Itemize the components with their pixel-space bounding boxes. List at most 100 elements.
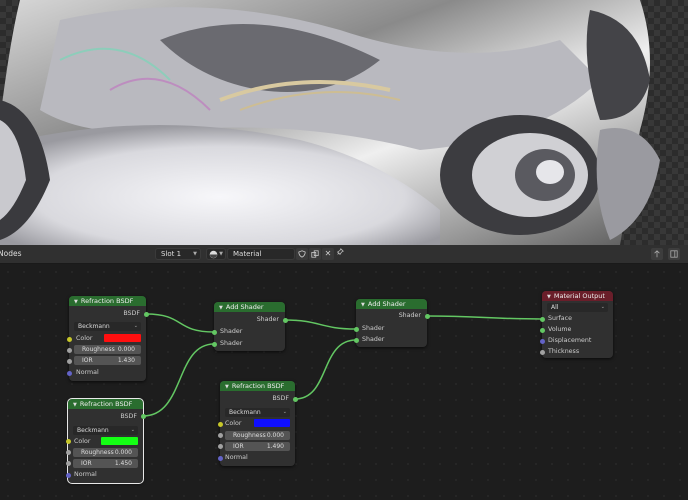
color-input-socket[interactable]	[65, 438, 71, 444]
arrow-up-icon	[654, 250, 660, 258]
material-name: Material	[233, 250, 262, 258]
target-dropdown[interactable]: All ⌄	[547, 303, 608, 312]
color-swatch[interactable]	[104, 334, 141, 342]
output-label: BSDF	[272, 395, 289, 402]
color-label: Color	[74, 438, 91, 445]
duplicate-button[interactable]	[309, 248, 321, 260]
render-image	[0, 0, 688, 245]
roughness-field[interactable]: Roughness 0.000	[74, 345, 141, 354]
node-header[interactable]: ▼ Add Shader	[356, 299, 427, 309]
chevron-down-icon: ⌄	[130, 427, 135, 433]
chevron-down-icon[interactable]: ▼	[219, 305, 223, 311]
chevron-down-icon: ⌄	[282, 409, 287, 415]
duplicate-icon	[311, 250, 319, 258]
chevron-down-icon[interactable]: ▼	[547, 294, 551, 300]
chevron-down-icon[interactable]: ▼	[361, 302, 365, 308]
fake-user-button[interactable]	[296, 248, 308, 260]
unlink-button[interactable]: ✕	[322, 248, 334, 260]
surface-label: Surface	[548, 315, 572, 322]
output-label: Shader	[398, 312, 421, 319]
input-a-label: Shader	[220, 328, 243, 335]
surface-input-socket[interactable]	[539, 316, 545, 322]
sidebar-toggle-button[interactable]	[668, 248, 680, 260]
ior-field[interactable]: IOR 1.490	[225, 442, 290, 451]
node-header[interactable]: ▼ Refraction BSDF	[69, 296, 146, 306]
node-refraction-green[interactable]: ▼ Refraction BSDF BSDF Beckmann ⌄ Color Ro…	[65, 398, 146, 484]
thickness-label: Thickness	[548, 348, 580, 355]
chevron-down-icon: ⌄	[133, 323, 138, 329]
editor-label: Nodes	[0, 249, 22, 258]
color-input-socket[interactable]	[217, 421, 223, 427]
ior-field[interactable]: IOR 1.430	[74, 356, 141, 365]
color-swatch[interactable]	[101, 437, 138, 445]
input-b-label: Shader	[220, 340, 243, 347]
bsdf-output-socket[interactable]	[140, 413, 146, 419]
shader-input-a-socket[interactable]	[353, 326, 359, 332]
shader-input-b-socket[interactable]	[353, 337, 359, 343]
color-input-socket[interactable]	[66, 336, 72, 342]
chevron-down-icon[interactable]: ▼	[74, 299, 78, 305]
material-sphere-icon	[209, 250, 218, 259]
node-header[interactable]: ▼ Add Shader	[214, 302, 285, 312]
shield-icon	[298, 250, 306, 258]
slot-value: Slot 1	[161, 250, 182, 258]
roughness-input-socket[interactable]	[66, 347, 72, 353]
node-refraction-red[interactable]: ▼ Refraction BSDF BSDF Beckmann ⌄ Color Ro…	[66, 296, 149, 381]
close-icon: ✕	[324, 249, 332, 258]
node-editor-header: Nodes Slot 1 ▼ ▼ Material ✕	[0, 245, 688, 264]
panel-icon	[670, 250, 678, 258]
output-label: BSDF	[120, 413, 137, 420]
roughness-input-socket[interactable]	[65, 449, 71, 455]
shader-output-socket[interactable]	[282, 317, 288, 323]
displacement-label: Displacement	[548, 337, 592, 344]
ior-input-socket[interactable]	[66, 358, 72, 364]
normal-input-socket[interactable]	[65, 472, 71, 478]
material-browse-button[interactable]: ▼	[206, 248, 226, 260]
pin-button[interactable]	[336, 248, 346, 260]
normal-input-socket[interactable]	[66, 370, 72, 376]
pin-icon	[336, 248, 344, 256]
chevron-down-icon: ⌄	[600, 304, 605, 310]
material-name-field[interactable]: Material	[227, 248, 295, 260]
node-header[interactable]: ▼ Material Output	[542, 291, 613, 301]
overlay-toggle-button[interactable]	[651, 248, 663, 260]
node-header[interactable]: ▼ Refraction BSDF	[68, 399, 143, 409]
color-swatch[interactable]	[254, 419, 290, 427]
chevron-down-icon: ▼	[219, 251, 223, 257]
ior-input-socket[interactable]	[217, 443, 223, 449]
shader-input-a-socket[interactable]	[211, 329, 217, 335]
output-label: Shader	[256, 316, 279, 323]
roughness-field[interactable]: Roughness 0.000	[225, 431, 290, 440]
distribution-dropdown[interactable]: Beckmann ⌄	[74, 322, 141, 331]
chevron-down-icon[interactable]: ▼	[225, 384, 229, 390]
distribution-dropdown[interactable]: Beckmann ⌄	[73, 426, 138, 435]
slot-dropdown[interactable]: Slot 1 ▼	[155, 248, 201, 260]
normal-label: Normal	[225, 454, 248, 461]
distribution-dropdown[interactable]: Beckmann ⌄	[225, 408, 290, 417]
volume-label: Volume	[548, 326, 572, 333]
displacement-input-socket[interactable]	[539, 338, 545, 344]
normal-label: Normal	[74, 471, 97, 478]
node-refraction-blue[interactable]: ▼ Refraction BSDF BSDF Beckmann ⌄ Color Ro…	[217, 381, 298, 466]
roughness-input-socket[interactable]	[217, 432, 223, 438]
volume-input-socket[interactable]	[539, 327, 545, 333]
input-a-label: Shader	[362, 325, 385, 332]
chevron-down-icon[interactable]: ▼	[73, 402, 77, 408]
node-add-shader-1[interactable]: ▼ Add Shader Shader Shader Shader	[211, 302, 288, 351]
shader-input-b-socket[interactable]	[211, 341, 217, 347]
normal-input-socket[interactable]	[217, 455, 223, 461]
node-material-output[interactable]: ▼ Material Output All ⌄ Surface Volume Dis…	[539, 291, 613, 358]
shader-output-socket[interactable]	[424, 313, 430, 319]
node-header[interactable]: ▼ Refraction BSDF	[220, 381, 295, 391]
thickness-input-socket[interactable]	[539, 349, 545, 355]
viewport-render[interactable]	[0, 0, 688, 245]
chevron-down-icon: ▼	[193, 251, 197, 257]
ior-field[interactable]: IOR 1.450	[73, 459, 138, 468]
bsdf-output-socket[interactable]	[143, 311, 149, 317]
bsdf-output-socket[interactable]	[292, 396, 298, 402]
ior-input-socket[interactable]	[65, 460, 71, 466]
roughness-field[interactable]: Roughness 0.000	[73, 448, 138, 457]
output-label: BSDF	[123, 310, 140, 317]
color-label: Color	[76, 335, 93, 342]
node-add-shader-2[interactable]: ▼ Add Shader Shader Shader Shader	[353, 299, 430, 347]
